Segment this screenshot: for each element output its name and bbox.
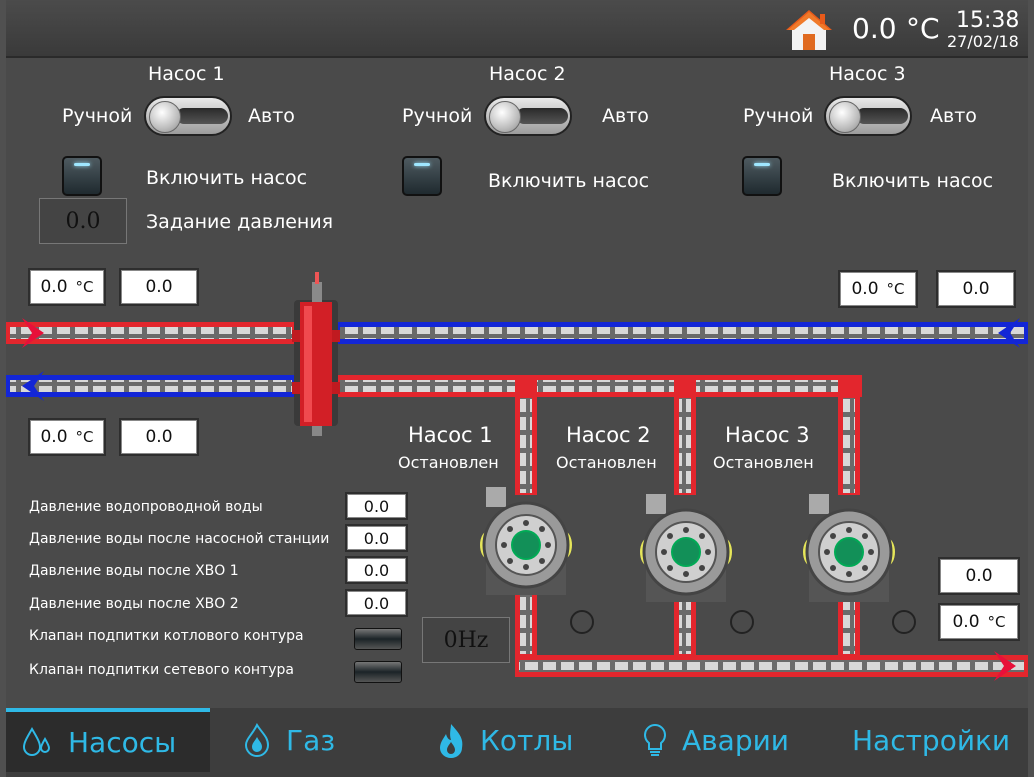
nav-tab-label: Насосы <box>68 725 177 759</box>
supply-pipe-left <box>6 322 296 344</box>
nav-tab-alarms[interactable]: Аварии <box>642 708 822 772</box>
outlet-temp-display: 0.0 °C <box>938 603 1020 641</box>
nav-tab-label: Котлы <box>480 723 574 757</box>
pump-2-state: Остановлен <box>556 453 657 472</box>
unit-text: °C <box>75 278 94 296</box>
pump-1-name: Насос 1 <box>408 423 493 447</box>
pump-3-name: Насос 3 <box>725 423 810 447</box>
valve-label: Клапан подпитки котлового контура <box>29 628 304 644</box>
return-pipe-top <box>336 322 1028 344</box>
lightbulb-icon <box>642 722 668 758</box>
outlet-pipe <box>515 655 1028 677</box>
pump-1-graphic <box>480 487 572 595</box>
unit-text: °C <box>987 613 1006 631</box>
sensor-label: Давление водопроводной воды <box>29 499 263 515</box>
unit-text: °C <box>75 428 94 446</box>
value-text: 0.0 <box>40 427 68 447</box>
left-return-temp-display: 0.0 °C <box>28 418 106 456</box>
frequency-display: 0Hz <box>422 617 510 663</box>
pump-2-graphic <box>640 494 732 602</box>
left-return-value-display: 0.0 <box>119 418 199 456</box>
fire-icon <box>436 722 466 758</box>
value-text: 0.0 <box>40 277 68 297</box>
unit-text: °C <box>886 280 905 298</box>
sensor-value: 0.0 <box>345 556 408 584</box>
drops-icon <box>20 725 54 759</box>
sensor-value: 0.0 <box>345 524 408 552</box>
boiler-makeup-valve-indicator[interactable] <box>354 628 402 650</box>
nav-tab-settings[interactable]: Настройки <box>852 708 1022 772</box>
sensor-label: Давление воды после ХВО 1 <box>29 563 239 579</box>
pump-2-name: Насос 2 <box>566 423 651 447</box>
nav-tab-pumps[interactable]: Насосы <box>6 708 210 772</box>
pump-3-state: Остановлен <box>713 453 814 472</box>
sensor-value: 0.0 <box>345 492 408 520</box>
pump-1-indicator-lamp <box>570 610 594 634</box>
sensor-label: Давление воды после насосной станции <box>29 531 330 547</box>
sensor-label: Давление воды после ХВО 2 <box>29 596 239 612</box>
pump-3-indicator-lamp <box>892 610 916 634</box>
hydraulic-separator <box>292 272 340 436</box>
nav-tab-boilers[interactable]: Котлы <box>436 708 616 772</box>
left-supply-value-display: 0.0 <box>119 268 199 306</box>
return-pipe-left <box>6 375 296 397</box>
pump-2-indicator-lamp <box>730 610 754 634</box>
right-return-value-display: 0.0 <box>936 270 1016 308</box>
right-return-temp-display: 0.0 °C <box>838 270 918 308</box>
bottom-navigation: Насосы Газ Котлы Аварии Настройки <box>6 708 1028 777</box>
outlet-value-display: 0.0 <box>938 557 1020 595</box>
value-text: 0.0 <box>952 612 980 632</box>
left-supply-temp-display: 0.0 °C <box>28 268 106 306</box>
nav-tab-label: Настройки <box>852 723 1011 757</box>
gas-flame-icon <box>242 723 272 757</box>
nav-tab-gas[interactable]: Газ <box>242 708 402 772</box>
pump-3-graphic <box>803 494 895 602</box>
value-text: 0.0 <box>851 279 879 299</box>
valve-label: Клапан подпитки сетевого контура <box>29 662 294 678</box>
supply-header-pipe <box>336 375 862 397</box>
network-makeup-valve-indicator[interactable] <box>354 661 402 683</box>
nav-tab-label: Газ <box>286 723 336 757</box>
nav-tab-label: Аварии <box>682 723 789 757</box>
hmi-screen: 0.0 °C 15:38 27/02/18 Насос 1 Ручной Авт… <box>0 0 1034 777</box>
sensor-value: 0.0 <box>345 589 408 617</box>
pump-1-state: Остановлен <box>398 453 499 472</box>
